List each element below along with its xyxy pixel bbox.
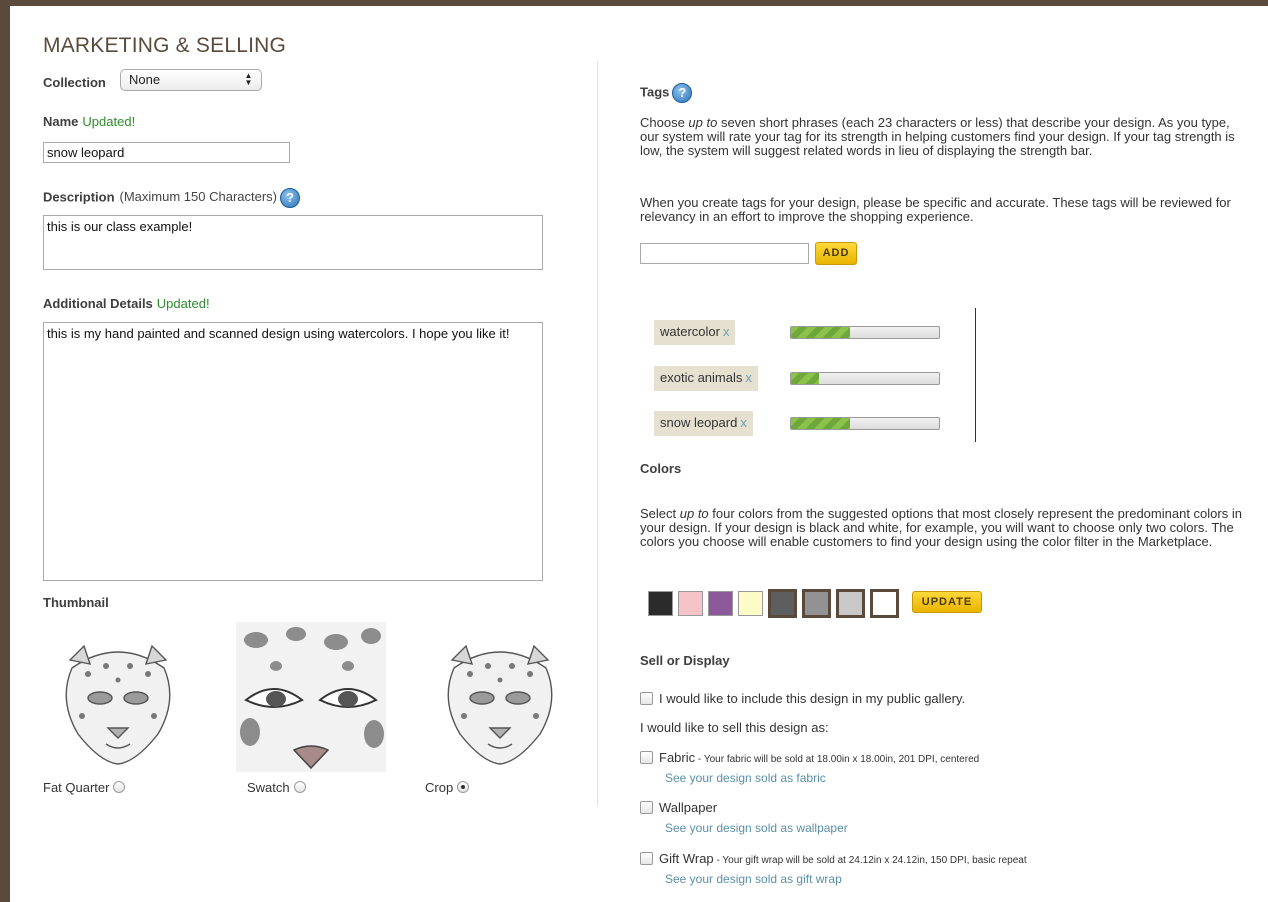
color-swatch[interactable] xyxy=(648,591,673,616)
wallpaper-checkbox[interactable] xyxy=(640,801,653,814)
sell-heading: Sell or Display xyxy=(640,653,730,668)
tag-list-separator xyxy=(975,308,976,442)
tag-chip: snow leopard x xyxy=(654,411,753,436)
color-swatch[interactable] xyxy=(802,589,831,618)
remove-tag-button[interactable]: x xyxy=(745,370,752,385)
color-swatch[interactable] xyxy=(870,589,899,618)
fabric-option[interactable]: Fabric - Your fabric will be sold at 18.… xyxy=(640,750,979,765)
tags-intro-text: seven short phrases (each 23 characters … xyxy=(640,115,1235,158)
color-swatch[interactable] xyxy=(738,591,763,616)
name-input[interactable]: snow leopard xyxy=(43,142,290,163)
color-swatch[interactable] xyxy=(708,591,733,616)
marketing-panel: MARKETING & SELLING Collection None ▲▼ N… xyxy=(10,6,1268,902)
giftwrap-option[interactable]: Gift Wrap - Your gift wrap will be sold … xyxy=(640,851,1027,866)
fabric-label: Fabric xyxy=(659,750,696,765)
swatch-thumbnail-image[interactable] xyxy=(236,622,386,772)
see-wallpaper-link[interactable]: See your design sold as wallpaper xyxy=(665,821,848,835)
description-label-row: Description (Maximum 150 Characters)? xyxy=(43,188,301,208)
collection-value: None xyxy=(129,72,161,87)
thumbnail-label: Thumbnail xyxy=(43,595,109,610)
details-updated-status: Updated! xyxy=(156,296,210,311)
fabric-checkbox[interactable] xyxy=(640,751,653,764)
details-label-row: Additional Details Updated! xyxy=(43,296,210,311)
public-gallery-label: I would like to include this design in m… xyxy=(659,691,966,706)
sell-as-label: I would like to sell this design as: xyxy=(640,720,829,735)
update-colors-button[interactable]: UPDATE xyxy=(912,591,982,613)
remove-tag-button[interactable]: x xyxy=(740,415,747,430)
tag-chip: exotic animals x xyxy=(654,366,758,391)
name-label-row: Name Updated! xyxy=(43,114,135,129)
left-column: MARKETING & SELLING Collection None ▲▼ N… xyxy=(10,6,598,902)
swatch-radio[interactable] xyxy=(293,781,306,793)
color-swatch[interactable] xyxy=(768,589,797,618)
right-column: Tags? Choose up to seven short phrases (… xyxy=(640,6,1260,902)
collection-select[interactable]: None ▲▼ xyxy=(120,69,262,91)
tag-strength-bar xyxy=(790,372,940,385)
description-limit-note: (Maximum 150 Characters) xyxy=(119,189,278,205)
tags-heading: Tags xyxy=(640,84,670,100)
color-swatch[interactable] xyxy=(836,589,865,618)
see-fabric-link[interactable]: See your design sold as fabric xyxy=(665,771,826,785)
fat-quarter-thumbnail-image[interactable] xyxy=(52,638,184,768)
remove-tag-button[interactable]: x xyxy=(723,324,730,339)
public-gallery-option[interactable]: I would like to include this design in m… xyxy=(640,691,965,706)
giftwrap-checkbox[interactable] xyxy=(640,852,653,865)
colors-intro-text: Select xyxy=(640,506,680,521)
select-arrows-icon: ▲▼ xyxy=(244,71,253,85)
see-giftwrap-link[interactable]: See your design sold as gift wrap xyxy=(665,872,842,886)
column-divider xyxy=(597,61,598,806)
tag-strength-bar xyxy=(790,417,940,430)
tags-intro-emphasis: up to xyxy=(688,115,718,130)
wallpaper-option[interactable]: Wallpaper xyxy=(640,800,717,815)
tag-text: exotic animals xyxy=(660,370,743,385)
tag-text: watercolor xyxy=(660,324,720,339)
colors-intro-emphasis: up to xyxy=(679,506,709,521)
tag-strength-fill xyxy=(791,327,851,338)
collection-label: Collection xyxy=(43,75,106,90)
add-tag-button[interactable]: ADD xyxy=(815,242,857,265)
thumbnail-options: Fat Quarter Swatch Crop xyxy=(10,616,598,816)
giftwrap-detail: - Your gift wrap will be sold at 24.12in… xyxy=(713,855,1027,866)
colors-intro: Select up to four colors from the sugges… xyxy=(640,507,1252,549)
crop-thumbnail-image[interactable] xyxy=(434,638,566,768)
colors-intro-text: four colors from the suggested options t… xyxy=(640,506,1242,549)
tag-strength-bar xyxy=(790,326,940,339)
description-textarea[interactable]: this is our class example! xyxy=(43,215,543,270)
tags-intro: Choose up to seven short phrases (each 2… xyxy=(640,116,1252,158)
details-textarea[interactable]: this is my hand painted and scanned desi… xyxy=(43,322,543,581)
public-gallery-checkbox[interactable] xyxy=(640,692,653,705)
wallpaper-label: Wallpaper xyxy=(659,800,718,815)
thumbnail-option-fat-quarter[interactable]: Fat Quarter xyxy=(43,780,126,795)
description-label: Description xyxy=(43,189,115,205)
tag-chip: watercolor x xyxy=(654,320,736,345)
tag-strength-fill xyxy=(791,418,851,429)
thumbnail-option-swatch[interactable]: Swatch xyxy=(247,780,306,795)
name-label: Name xyxy=(43,114,79,129)
swatch-label: Swatch xyxy=(247,780,290,795)
colors-heading: Colors xyxy=(640,461,682,476)
details-label: Additional Details xyxy=(43,296,153,311)
crop-label: Crop xyxy=(425,780,454,795)
color-swatch[interactable] xyxy=(678,591,703,616)
tags-heading-row: Tags? xyxy=(640,83,693,103)
tags-guidance: When you create tags for your design, pl… xyxy=(640,195,1231,224)
tag-text: snow leopard xyxy=(660,415,738,430)
help-icon[interactable]: ? xyxy=(280,188,301,208)
giftwrap-label: Gift Wrap xyxy=(659,851,714,866)
thumbnail-option-crop[interactable]: Crop xyxy=(425,780,470,795)
name-updated-status: Updated! xyxy=(82,114,136,129)
fat-quarter-radio[interactable] xyxy=(113,781,126,793)
tags-intro-text: Choose xyxy=(640,115,689,130)
fabric-detail: - Your fabric will be sold at 18.00in x … xyxy=(695,754,980,765)
section-title: MARKETING & SELLING xyxy=(43,34,287,57)
help-icon[interactable]: ? xyxy=(672,83,693,103)
tag-input[interactable] xyxy=(640,243,809,264)
fat-quarter-label: Fat Quarter xyxy=(43,780,110,795)
crop-radio[interactable] xyxy=(457,781,470,793)
tag-strength-fill xyxy=(791,373,820,384)
